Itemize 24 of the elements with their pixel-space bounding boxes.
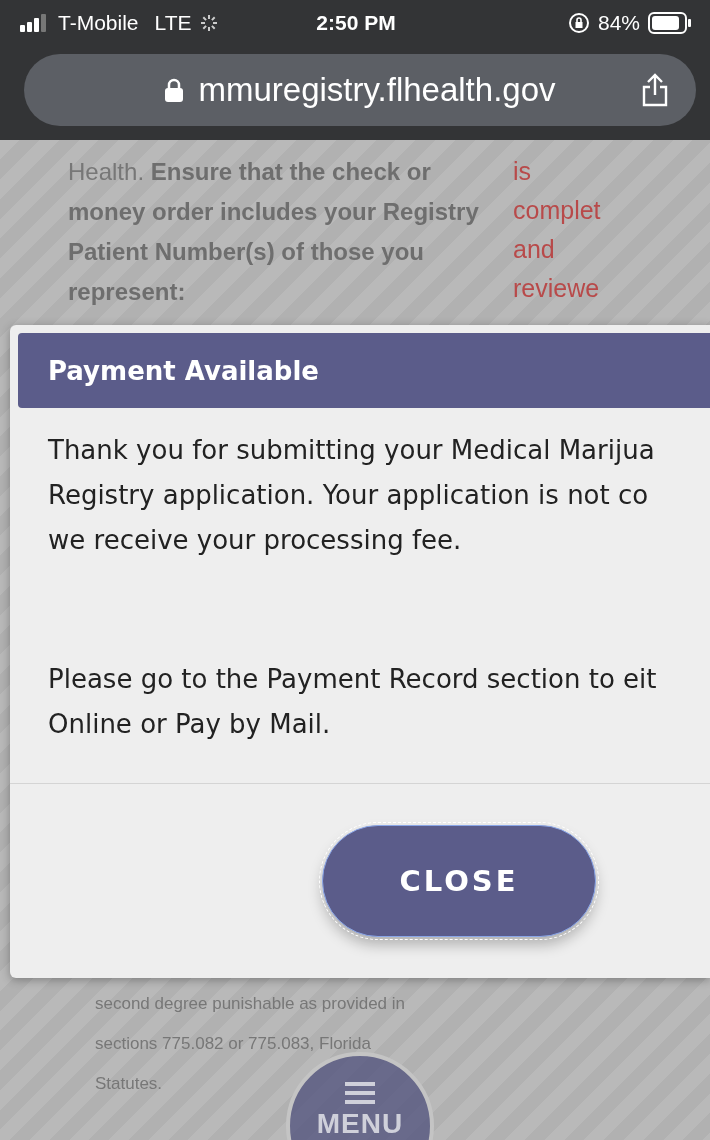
loading-spinner-icon bbox=[199, 14, 218, 32]
url-text: mmuregistry.flhealth.gov bbox=[198, 71, 556, 109]
close-button[interactable]: CLOSE bbox=[322, 825, 596, 937]
status-word: reviewe bbox=[513, 273, 601, 304]
address-bar[interactable]: mmuregistry.flhealth.gov bbox=[24, 54, 696, 126]
network-type: LTE bbox=[154, 11, 192, 35]
status-word: and bbox=[513, 234, 556, 265]
carrier-name: T-Mobile bbox=[58, 11, 139, 35]
modal-message: Please go to the Payment Record section to eit Online or Pay by Mail. bbox=[48, 663, 658, 741]
status-word: is bbox=[513, 156, 533, 187]
menu-icon bbox=[345, 1082, 375, 1104]
statute-text: second degree punishable as provided in bbox=[95, 994, 405, 1014]
status-word: complet bbox=[513, 195, 601, 226]
statute-text: Statutes. bbox=[95, 1074, 163, 1094]
modal-message: Thank you for submitting your Medical Marijua Registry application. Your application is not co we receive your processing fee. bbox=[48, 434, 656, 557]
battery-percent: 84% bbox=[597, 11, 640, 35]
lock-icon bbox=[164, 78, 185, 102]
share-icon[interactable] bbox=[640, 73, 670, 107]
rotation-lock-icon bbox=[567, 12, 590, 34]
battery-icon bbox=[648, 12, 692, 34]
modal-title: Payment Available bbox=[18, 333, 710, 408]
statute-text: sections 775.082 or 775.083, Florida bbox=[95, 1034, 371, 1054]
instruction-paragraph: Health. Ensure that the check or money order includes your Registry Patient Number(s) of those you represent: bbox=[68, 157, 480, 307]
clock-time: 2:50 PM bbox=[316, 11, 396, 35]
